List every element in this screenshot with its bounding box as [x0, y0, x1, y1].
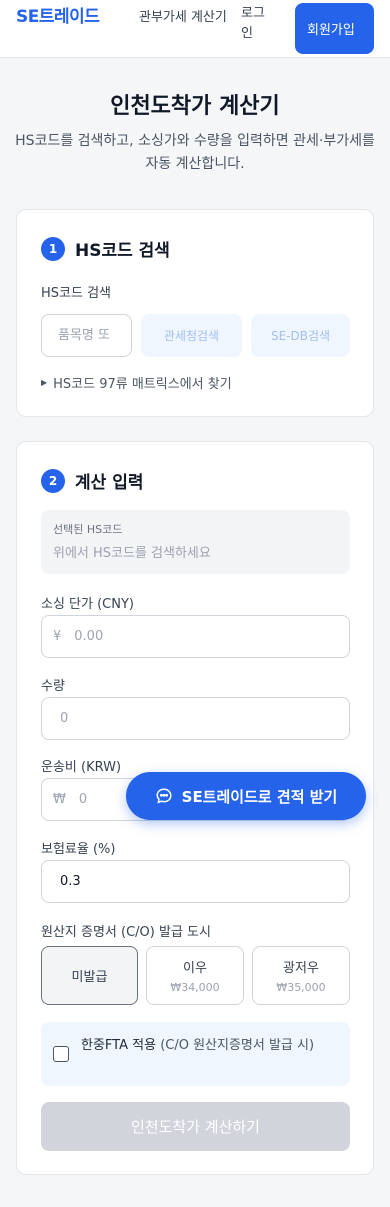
unit-price-input[interactable]: ¥ 0.00	[41, 615, 350, 658]
fta-label: 한중FTA 적용	[81, 1038, 157, 1053]
insurance-label: 보험료율 (%)	[41, 842, 116, 857]
step2-title: 계산 입력	[75, 473, 144, 493]
nav-link-tariff-calculator[interactable]: 관부가세 계산기	[139, 8, 235, 28]
shipping-value: 0	[78, 792, 88, 807]
origin-option-price: ₩35,000	[276, 981, 326, 994]
origin-label: 원산지 증명서 (C/O) 발급 도시	[41, 925, 211, 940]
origin-option-price: ₩34,000	[170, 981, 220, 994]
origin-option-guangzhou[interactable]: 광저우 ₩35,000	[252, 946, 350, 1005]
hs-matrix-toggle[interactable]: ▶ HS코드 97류 매트릭스에서 찾기	[41, 373, 232, 392]
quantity-label: 수량	[41, 679, 65, 694]
unit-price-value: 0.00	[74, 629, 104, 644]
step1-title: HS코드 검색	[75, 241, 170, 261]
step1-header: 1 HS코드 검색	[41, 236, 170, 261]
origin-option-name: 광저우	[283, 961, 319, 976]
nav-link-login[interactable]: 로그인	[241, 4, 275, 44]
step2-number-badge: 2	[41, 468, 65, 493]
selected-hs-label: 선택된 HS코드	[53, 523, 123, 536]
top-nav: SE트레이드 관부가세 계산기 로그인 회원가입	[0, 0, 390, 58]
logo[interactable]: SE트레이드	[16, 4, 108, 30]
selected-hs-box: 선택된 HS코드 위에서 HS코드를 검색하세요	[41, 510, 350, 574]
origin-option-name: 미발급	[71, 970, 108, 985]
quantity-value: 0	[60, 711, 69, 726]
selected-hs-value: 위에서 HS코드를 검색하세요	[53, 546, 211, 561]
origin-option-none[interactable]: 미발급	[41, 946, 138, 1005]
triangle-right-icon: ▶	[41, 378, 48, 387]
sedb-search-button[interactable]: SE-DB검색	[251, 314, 350, 357]
insurance-value: 0.3	[60, 874, 81, 889]
insurance-rate-input[interactable]: 0.3	[41, 860, 350, 903]
unit-price-label: 소싱 단가 (CNY)	[41, 597, 134, 612]
hs-search-input[interactable]	[41, 314, 132, 357]
quote-fab-button[interactable]: SE트레이드로 견적 받기	[126, 772, 366, 820]
page-title: 인천도착가 계산기	[110, 94, 280, 119]
quote-fab-label: SE트레이드로 견적 받기	[181, 787, 338, 806]
page-subtitle: HS코드를 검색하고, 소싱가와 수량을 입력하면 관세·부가세를 자동 계산합…	[15, 133, 375, 172]
fta-label-text: 한중FTA 적용 (C/O 원산지증명서 발급 시)	[81, 1036, 337, 1055]
customs-search-button[interactable]: 관세청검색	[141, 314, 242, 357]
origin-option-name: 이우	[183, 961, 207, 976]
fta-sublabel: (C/O 원산지증명서 발급 시)	[160, 1038, 315, 1053]
signup-button[interactable]: 회원가입	[295, 3, 374, 54]
quantity-input[interactable]: 0	[41, 697, 350, 740]
origin-option-yiwu[interactable]: 이우 ₩34,000	[146, 946, 244, 1005]
hs-search-label: HS코드 검색	[41, 286, 111, 301]
step2-header: 2 계산 입력	[41, 468, 143, 493]
hs-matrix-toggle-label: HS코드 97류 매트릭스에서 찾기	[53, 377, 232, 392]
yuan-symbol: ¥	[53, 629, 62, 644]
won-symbol: ₩	[53, 792, 66, 807]
fta-option: 한중FTA 적용 (C/O 원산지증명서 발급 시)	[41, 1022, 350, 1086]
hs-search-card: 1 HS코드 검색 HS코드 검색 관세청검색 SE-DB검색 ▶ HS코드 9…	[16, 209, 374, 417]
fta-checkbox[interactable]	[53, 1046, 69, 1062]
calculate-button[interactable]: 인천도착가 계산하기	[41, 1102, 350, 1151]
shipping-label: 운송비 (KRW)	[41, 760, 122, 775]
chat-icon	[156, 788, 172, 804]
step1-number-badge: 1	[41, 236, 65, 261]
